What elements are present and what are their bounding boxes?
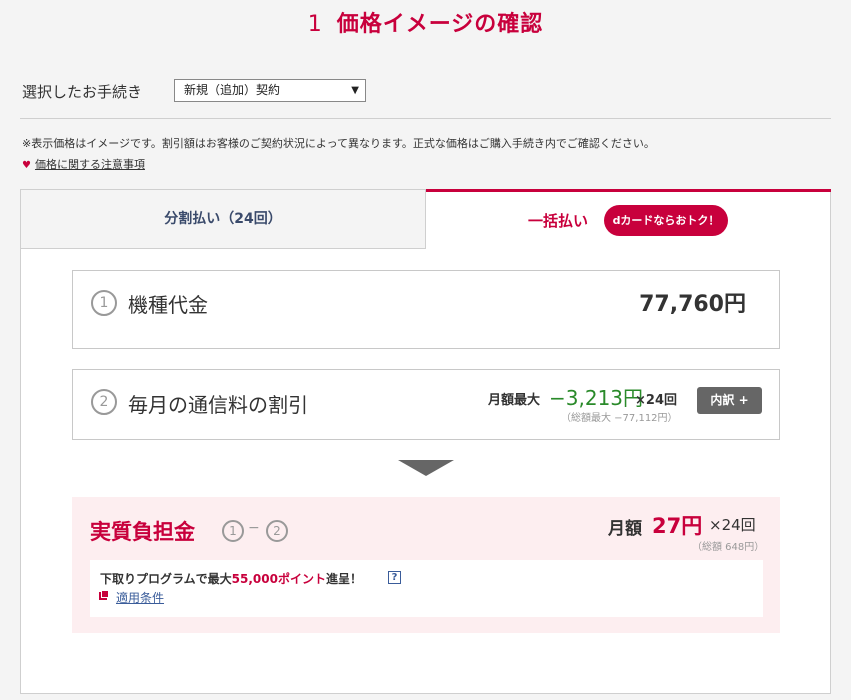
formula-circle-1: 1 [222, 520, 244, 542]
page-title-text: 価格イメージの確認 [336, 12, 544, 37]
discount-total: （総額最大 −77,112円） [561, 413, 678, 424]
effective-cost-label: 実質負担金 [90, 520, 195, 544]
down-arrow-icon [398, 460, 454, 476]
dropdown-arrow-icon: ▼ [351, 85, 359, 96]
tab-lump-sum[interactable]: 一括払い [528, 210, 588, 231]
help-icon[interactable]: ? [388, 571, 401, 584]
step-circle-1: 1 [91, 290, 117, 316]
heart-icon: ♥ [22, 160, 31, 171]
procedure-select-value: 新規（追加）契約 [184, 83, 281, 97]
tradein-text: 下取りプログラムで最大55,000ポイント進呈！ [100, 570, 362, 587]
page-title: 1 価格イメージの確認 [0, 6, 851, 38]
tradein-highlight: 55,000ポイント [231, 572, 326, 586]
price-notice-link[interactable]: 価格に関する注意事項 [35, 158, 145, 171]
breakdown-label: 内訳 [710, 393, 735, 407]
device-price-label: 機種代金 [128, 293, 208, 317]
device-price-value: 77,760円 [639, 292, 746, 317]
tradein-box [90, 560, 763, 617]
price-notice[interactable]: ♥ 価格に関する注意事項 [22, 156, 145, 172]
dcard-badge[interactable]: dカードならおトク！ [604, 205, 728, 236]
active-tab-indicator [426, 189, 831, 192]
monthly-discount-label: 毎月の通信料の割引 [128, 393, 308, 417]
tab-installment[interactable]: 分割払い（24回） [21, 190, 426, 249]
divider [20, 118, 831, 119]
formula-circle-2: 2 [266, 520, 288, 542]
formula-dash: − [248, 520, 260, 536]
result-times: ×24回 [709, 516, 756, 534]
step-number: 1 [307, 12, 323, 37]
tradein-text-before: 下取りプログラムで最大 [100, 572, 232, 586]
result-total: （総額 648円） [692, 542, 765, 553]
monthly-label: 月額 [608, 519, 642, 539]
breakdown-button[interactable]: 内訳 + [697, 387, 762, 414]
price-disclaimer: ※表示価格はイメージです。割引額はお客様のご契約状況によって異なります。正式な価… [22, 137, 655, 150]
window-icon [99, 590, 109, 600]
plus-icon: + [738, 393, 749, 407]
conditions-link[interactable]: 適用条件 [116, 589, 164, 606]
discount-times: ×24回 [635, 393, 677, 408]
step-circle-2: 2 [91, 389, 117, 415]
procedure-label: 選択したお手続き [22, 83, 143, 101]
monthly-discount-amount: −3,213円 [549, 386, 644, 410]
tradein-text-after: 進呈！ [325, 572, 362, 586]
monthly-value: 27円 [652, 514, 703, 538]
procedure-select[interactable]: 新規（追加）契約 ▼ [174, 79, 366, 102]
monthly-max-label: 月額最大 [488, 393, 541, 408]
